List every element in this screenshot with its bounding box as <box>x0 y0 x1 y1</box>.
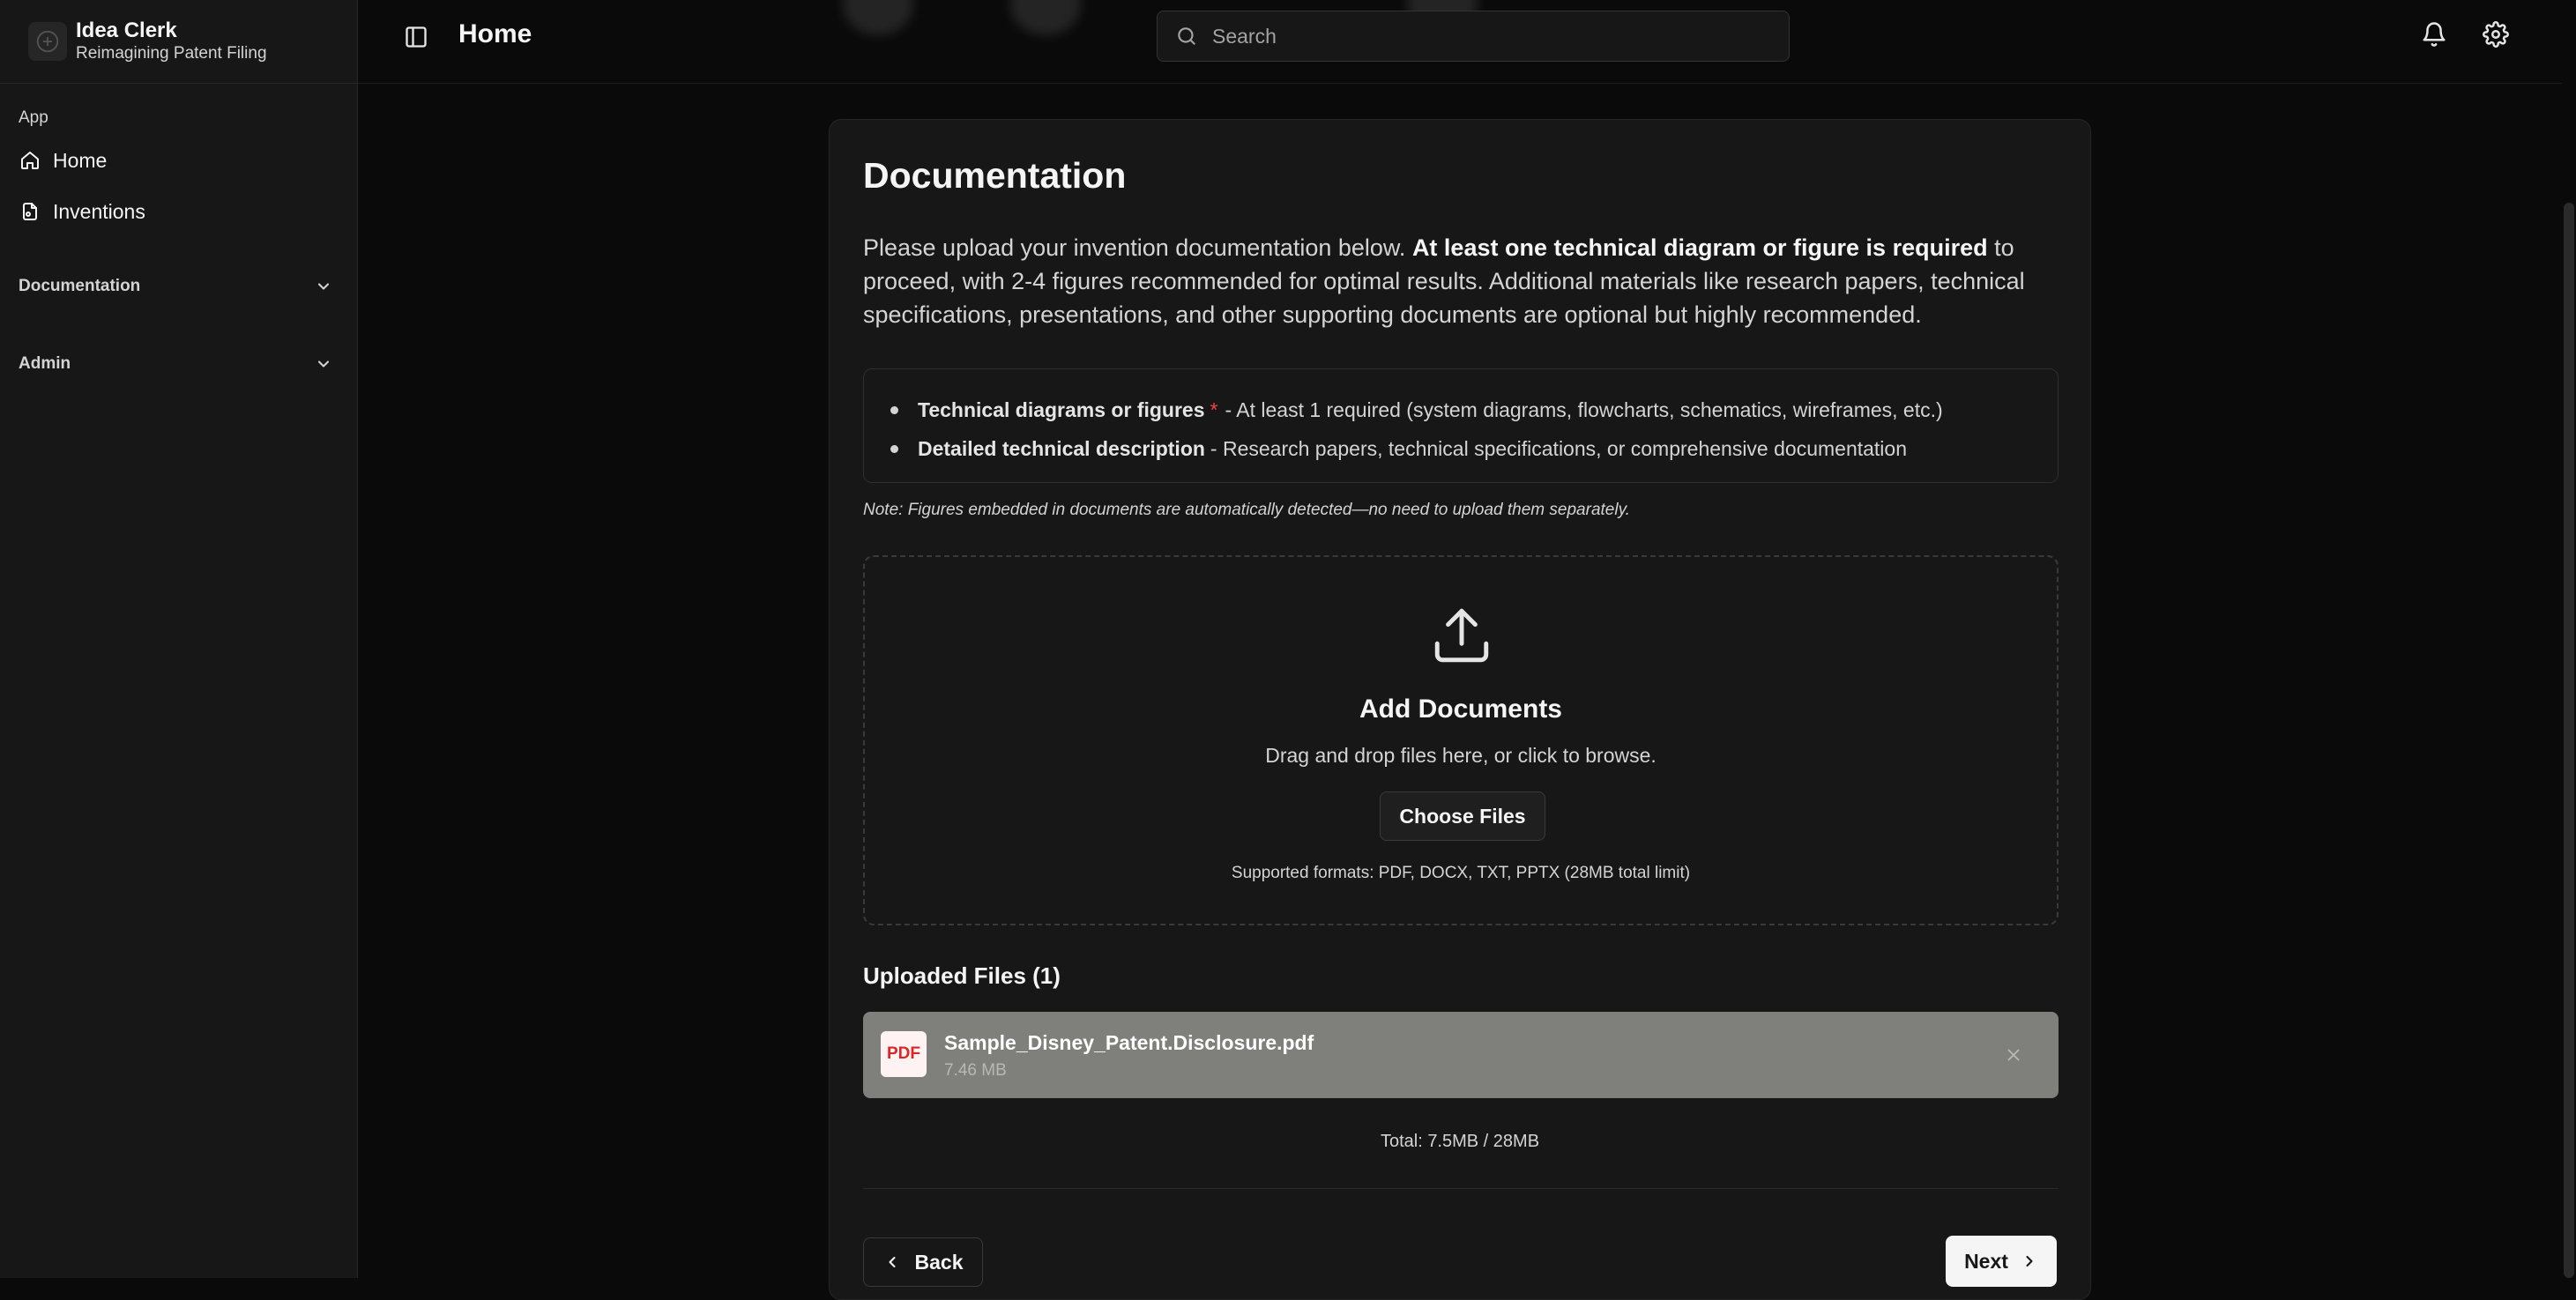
file-name: Sample_Disney_Patent.Disclosure.pdf <box>944 1031 1314 1054</box>
gear-icon[interactable] <box>2483 21 2509 48</box>
sidebar-toggle-icon[interactable] <box>404 25 428 49</box>
dropzone-title: Add Documents <box>1359 695 1562 724</box>
upload-icon <box>1434 608 1489 663</box>
supported-formats: Supported formats: PDF, DOCX, TXT, PPTX … <box>1231 864 1691 882</box>
dropzone-subtitle: Drag and drop files here, or click to br… <box>1265 744 1657 767</box>
background-decoration <box>843 0 913 35</box>
sidebar-item-home[interactable]: Home <box>0 135 357 186</box>
requirements-list: Technical diagrams or figures * - At lea… <box>863 368 2059 483</box>
bullet <box>890 405 898 414</box>
search-input[interactable] <box>1212 24 1741 48</box>
note-text: Note: Figures embedded in documents are … <box>863 501 1630 519</box>
sidebar-item-label: Home <box>53 148 108 172</box>
divider <box>863 1188 2059 1189</box>
chevron-down-icon <box>317 360 330 368</box>
brand[interactable]: Idea Clerk Reimagining Patent Filing <box>0 0 357 84</box>
sidebar-item-label: Inventions <box>53 199 145 223</box>
brand-tagline: Reimagining Patent Filing <box>76 44 267 63</box>
home-icon <box>21 152 39 169</box>
search-icon <box>1178 27 1195 45</box>
background-decoration <box>1010 0 1081 35</box>
file-icon <box>23 203 37 220</box>
sidebar-section-admin[interactable]: Admin <box>0 325 357 403</box>
list-item: Detailed technical description - Researc… <box>890 429 2058 468</box>
top-header: Home <box>358 0 2562 84</box>
uploaded-file-row: PDF Sample_Disney_Patent.Disclosure.pdf … <box>863 1012 2059 1098</box>
back-button[interactable]: Back <box>863 1237 983 1287</box>
brand-name: Idea Clerk <box>76 19 177 42</box>
next-button-label: Next <box>1964 1249 2008 1273</box>
requirement-title: Detailed technical description <box>918 436 1205 460</box>
brand-logo-icon <box>28 22 67 61</box>
sidebar-section-documentation[interactable]: Documentation <box>0 248 357 325</box>
documentation-card: Documentation Please upload your inventi… <box>829 119 2091 1300</box>
bullet <box>890 444 898 453</box>
uploaded-files-title: Uploaded Files (1) <box>863 962 1061 989</box>
file-dropzone[interactable]: Add Documents Drag and drop files here, … <box>863 555 2059 925</box>
sidebar-section-label: Admin <box>19 354 71 373</box>
chevron-right-icon <box>2026 1255 2033 1267</box>
next-button[interactable]: Next <box>1946 1236 2057 1287</box>
list-item: Technical diagrams or figures * - At lea… <box>890 390 2058 429</box>
scrollbar[interactable] <box>2562 0 2576 1278</box>
file-size: 7.46 MB <box>944 1061 1007 1080</box>
close-icon[interactable] <box>2004 1045 2023 1065</box>
card-title: Documentation <box>863 155 1127 196</box>
chevron-down-icon <box>317 283 330 290</box>
requirement-text: - Research papers, technical specificati… <box>1210 436 1907 460</box>
scrollbar-thumb[interactable] <box>2564 203 2574 1278</box>
back-button-label: Back <box>914 1250 964 1274</box>
intro-text: Please upload your invention documentati… <box>863 234 2025 328</box>
pdf-file-icon: PDF <box>881 1031 927 1077</box>
search-bar[interactable] <box>1157 11 1790 62</box>
total-size: Total: 7.5MB / 28MB <box>1380 1132 1540 1151</box>
page-title: Home <box>458 19 532 48</box>
sidebar-item-inventions[interactable]: Inventions <box>0 186 357 237</box>
bell-icon[interactable] <box>2421 21 2447 48</box>
chevron-left-icon <box>888 1256 896 1268</box>
required-asterisk: * <box>1210 397 1218 421</box>
sidebar-section-label: Documentation <box>19 277 141 295</box>
sidebar: Idea Clerk Reimagining Patent Filing App… <box>0 0 358 1278</box>
sidebar-group-label: App <box>19 108 48 127</box>
choose-files-button[interactable]: Choose Files <box>1380 791 1545 841</box>
requirement-text: - At least 1 required (system diagrams, … <box>1225 397 1943 421</box>
requirement-title: Technical diagrams or figures <box>918 397 1205 421</box>
intro-required-text: At least one technical diagram or figure… <box>1411 234 1988 261</box>
